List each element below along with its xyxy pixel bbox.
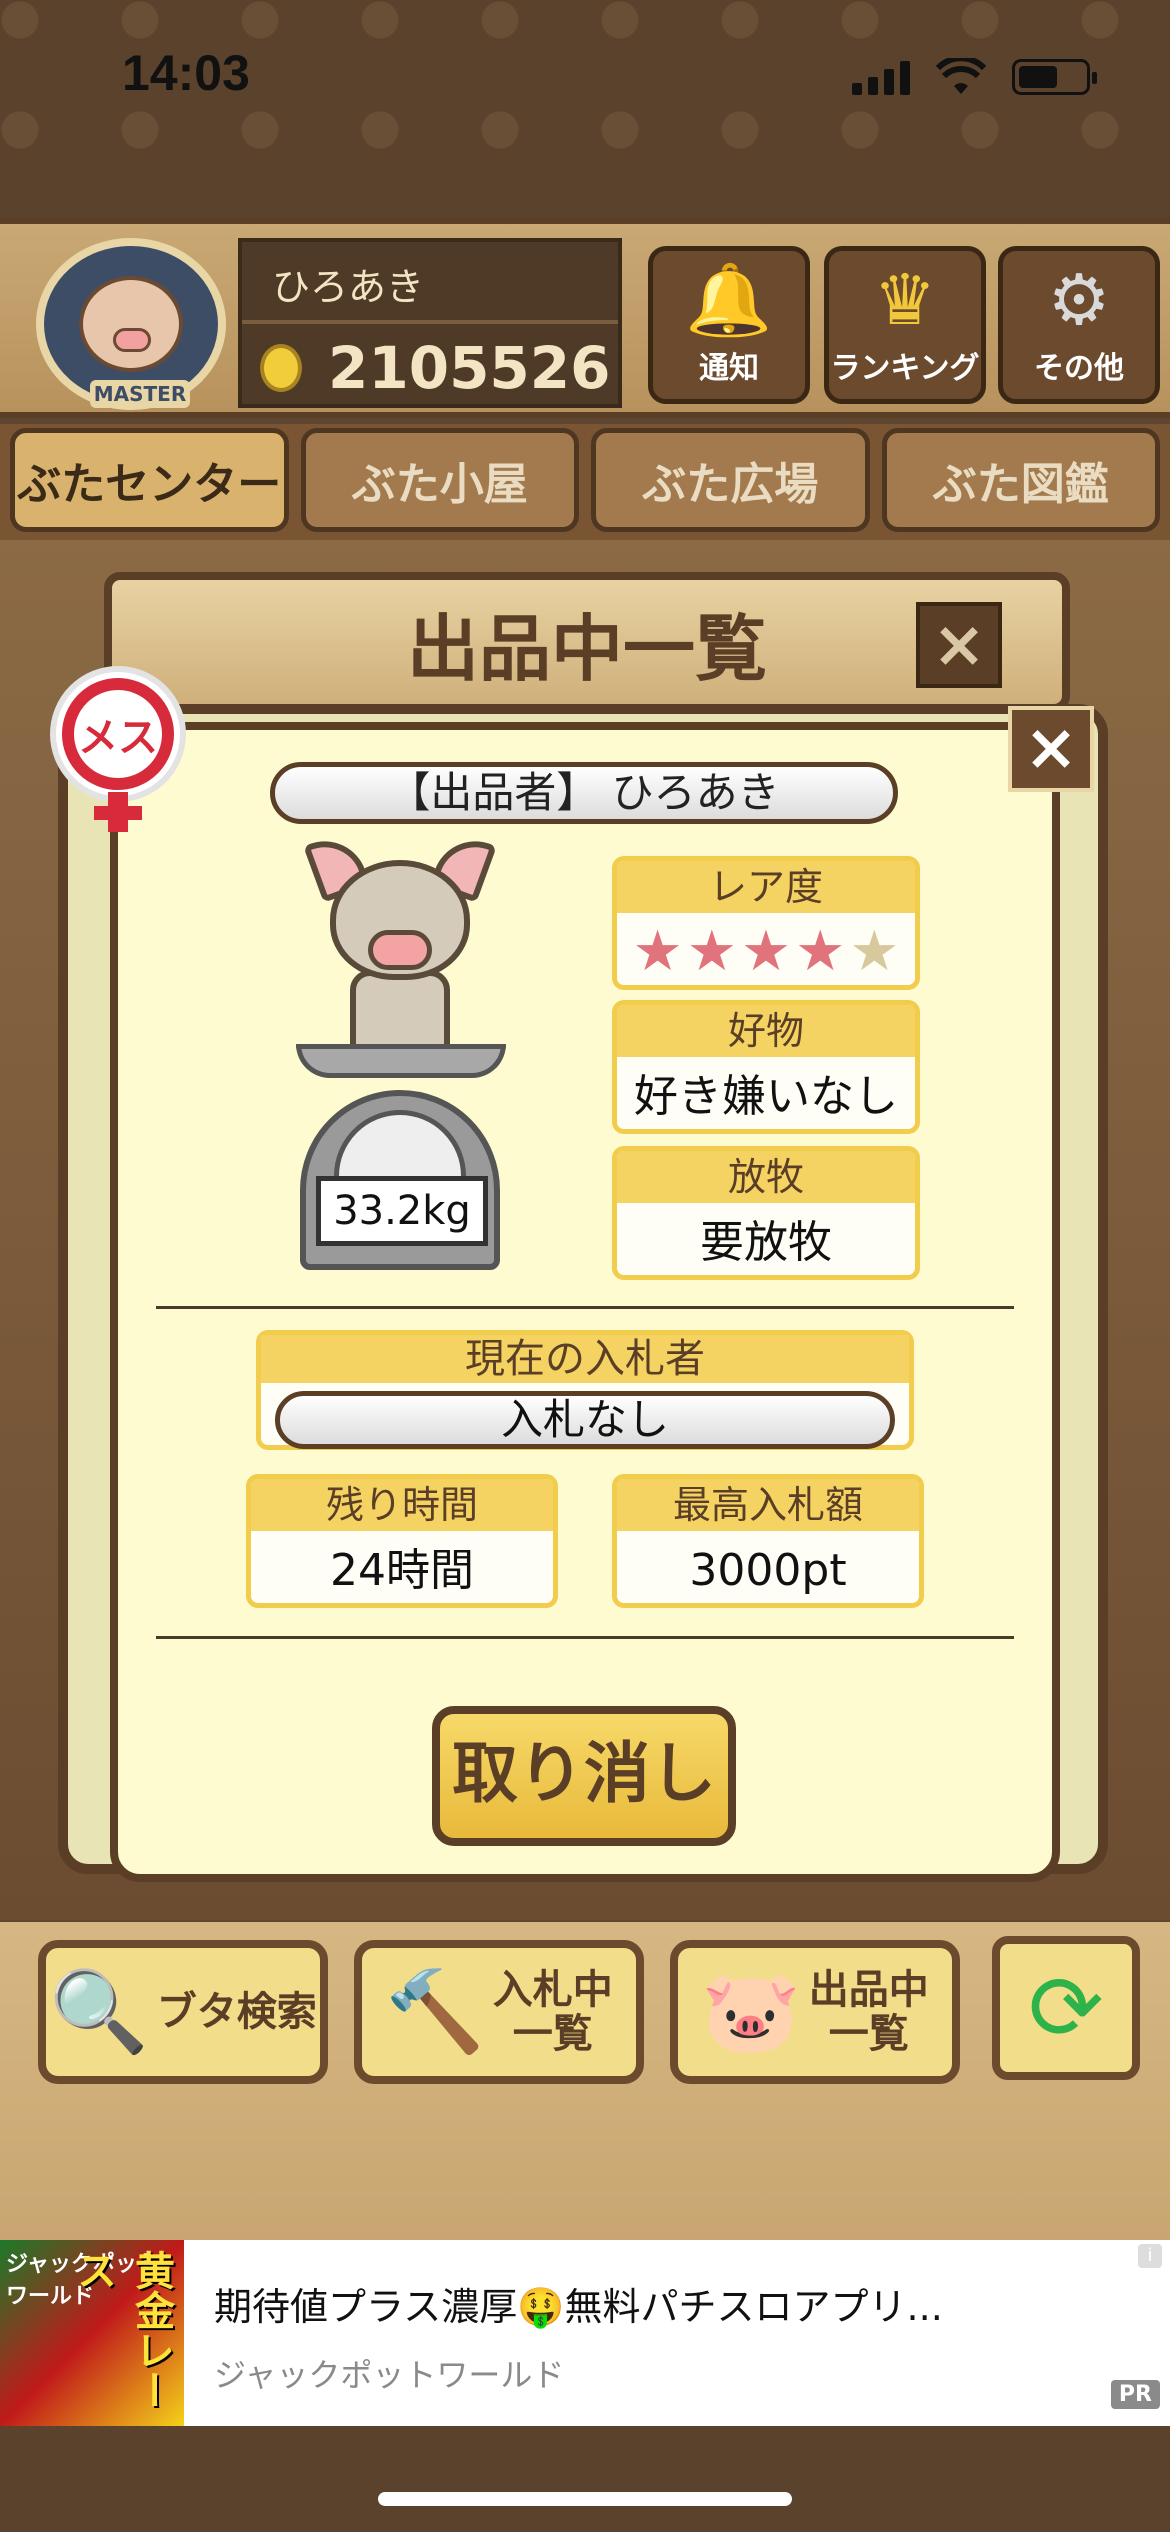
wifi-icon [936,58,986,94]
signal-icon [852,59,910,95]
pig-icon: 🐷 [701,1965,801,2058]
gender-label: メス [62,678,174,790]
bidding-list-button[interactable]: 🔨 入札中 一覧 [354,1940,644,2084]
grazing-box: 放牧 要放牧 [612,1146,920,1280]
refresh-icon: ⟳ [1028,1955,1104,2061]
bidder-label: 現在の入札者 [261,1335,909,1383]
ad-info-icon[interactable]: i [1138,2244,1162,2268]
notification-label: 通知 [699,351,759,386]
bidder-value: 入札なし [275,1391,895,1449]
tab-buta-koya[interactable]: ぶた小屋 [300,428,579,532]
master-badge[interactable]: MASTER [36,238,226,410]
pig-avatar-icon [79,276,183,372]
cancel-button[interactable]: 取り消し [432,1706,736,1846]
time-left-label: 残り時間 [251,1479,553,1531]
notification-button[interactable]: 🔔 通知 [648,246,810,404]
seller-label: 【出品者】 ひろあき [270,762,898,824]
star-icon: ★ [740,919,792,984]
other-button[interactable]: ⚙ その他 [998,246,1160,404]
pig-search-label: ブタ検索 [156,1989,317,2035]
modal-title-bar: 出品中一覧 × [104,572,1070,712]
main-nav: ぶたセンター ぶた小屋 ぶた広場 ぶた図鑑 [0,424,1170,540]
other-label: その他 [1034,351,1124,386]
time-left-value: 24時間 [330,1545,474,1596]
modal-close-button[interactable]: × [916,602,1002,688]
listing-list-label: 出品中 一覧 [808,1967,929,2057]
female-icon: メス [50,666,186,832]
tab-buta-hiroba[interactable]: ぶた広場 [591,428,870,532]
header: MASTER ひろあき 2105526 pt 🔔 通知 ♛ ランキング ⚙ その… [0,218,1170,465]
gear-icon: ⚙ [1047,259,1111,341]
ranking-button[interactable]: ♛ ランキング [824,246,986,404]
rarity-stars: ★ ★ ★ ★ ★ [617,913,915,985]
search-icon: 🔍 [49,1965,149,2058]
time-left-box: 残り時間 24時間 [246,1474,558,1608]
bottom-background [0,2426,1170,2532]
star-icon: ★ [686,919,737,984]
favorite-box: 好物 好き嫌いなし [612,1000,920,1134]
status-bar: 14:03 [0,0,1170,150]
bidding-list-label: 入札中 一覧 [492,1967,613,2057]
status-icons [852,58,1097,96]
grazing-value: 要放牧 [700,1217,832,1268]
bidder-box: 現在の入札者 入札なし [256,1330,914,1450]
pig-search-button[interactable]: 🔍 ブタ検索 [38,1940,328,2084]
favorite-label: 好物 [617,1005,915,1057]
ranking-label: ランキング [830,351,980,386]
tab-buta-zukan[interactable]: ぶた図鑑 [881,428,1160,532]
username: ひろあき [272,265,425,309]
modal-title: 出品中一覧 [406,606,767,691]
max-bid-box: 最高入札額 3000pt [612,1474,924,1608]
favorite-value: 好き嫌いなし [634,1071,898,1122]
weight-display: 33.2kg [316,1176,488,1246]
points-value: 2105526 [328,334,611,402]
bell-icon: 🔔 [685,259,773,341]
ad-pr-badge: PR [1110,2380,1160,2409]
grazing-label: 放牧 [617,1151,915,1203]
ad-banner[interactable]: ジャックポットワールド 黄金レース 期待値プラス濃厚🤑無料パチスロアプリ... … [0,2240,1170,2426]
card-close-button[interactable]: × [1008,706,1094,792]
battery-icon [1012,59,1097,95]
crown-icon: ♛ [873,259,937,341]
ad-image-big-text: 黄金レース [70,2250,174,2410]
listing-list-button[interactable]: 🐷 出品中 一覧 [670,1940,960,2084]
star-icon: ★ [632,919,683,984]
home-indicator[interactable] [378,2492,792,2506]
gavel-icon: 🔨 [385,1965,485,2058]
star-icon: ★ [795,919,846,984]
rarity-label: レア度 [617,861,915,913]
max-bid-value: 3000pt [689,1545,847,1596]
status-time: 14:03 [122,45,250,101]
divider [156,1306,1014,1309]
ad-title[interactable]: 期待値プラス濃厚🤑無料パチスロアプリ... [214,2276,943,2331]
rarity-box: レア度 ★ ★ ★ ★ ★ [612,856,920,990]
tab-buta-center[interactable]: ぶたセンター [10,428,289,532]
ad-subtitle: ジャックポットワールド [214,2356,565,2394]
pig-image [300,829,500,1070]
star-empty-icon: ★ [849,919,900,984]
refresh-button[interactable]: ⟳ [992,1936,1140,2080]
ad-image[interactable]: ジャックポットワールド 黄金レース [0,2240,184,2426]
max-bid-label: 最高入札額 [617,1479,919,1531]
master-label: MASTER [90,380,190,408]
divider [156,1636,1014,1639]
user-info: ひろあき 2105526 pt [238,238,622,465]
coin-icon [260,344,302,392]
scale-plate [296,1044,506,1078]
